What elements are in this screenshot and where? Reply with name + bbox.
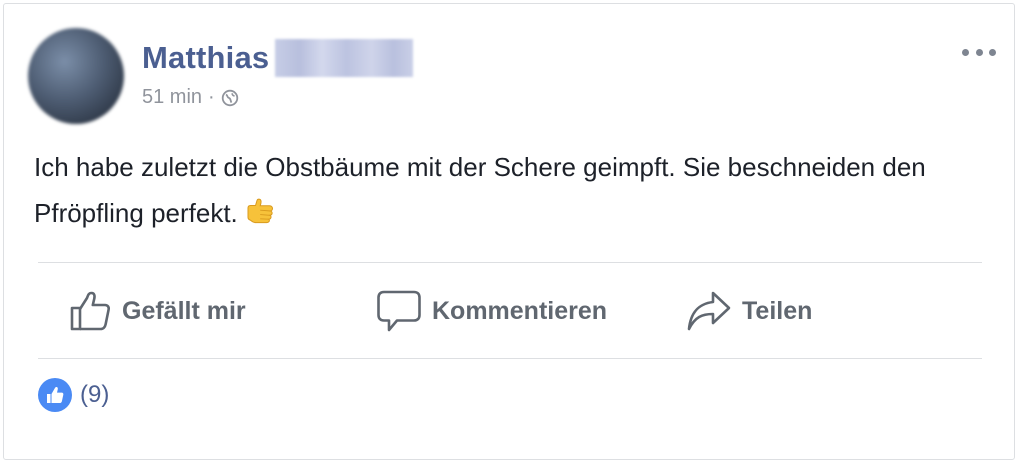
comment-button-label: Kommentieren	[432, 296, 608, 325]
redacted-surname	[275, 39, 414, 77]
post-actions-bar: Gefällt mir Kommentieren Teilen	[38, 266, 982, 360]
post-text: Ich habe zuletzt die Obstbäume mit der S…	[34, 152, 926, 228]
share-button-label: Teilen	[742, 296, 813, 325]
like-reaction-icon	[38, 378, 72, 412]
meta-separator: ·	[208, 86, 215, 108]
post-body: Ich habe zuletzt die Obstbäume mit der S…	[34, 144, 984, 236]
author-name[interactable]: Matthias	[142, 40, 269, 76]
post-meta: 51 min ·	[142, 86, 239, 109]
globe-icon[interactable]	[221, 89, 239, 107]
avatar[interactable]	[28, 28, 124, 124]
comment-button[interactable]: Kommentieren	[376, 286, 607, 336]
post-author: Matthias	[142, 38, 414, 78]
share-arrow-icon	[687, 291, 731, 331]
post-timestamp[interactable]: 51 min	[142, 86, 202, 109]
share-button[interactable]: Teilen	[686, 286, 812, 336]
post-card: Matthias 51 min · Ich habe zuletzt die O…	[3, 3, 1015, 460]
thumbs-up-outline-icon	[70, 291, 111, 331]
actions-top-divider	[38, 262, 982, 263]
like-button-label: Gefällt mir	[122, 296, 246, 325]
like-button[interactable]: Gefällt mir	[68, 286, 246, 336]
reactions-summary[interactable]: (9)	[38, 378, 109, 412]
more-options-icon[interactable]	[962, 40, 996, 64]
comment-bubble-icon	[377, 290, 421, 332]
actions-bottom-divider	[38, 358, 982, 359]
reaction-count: (9)	[80, 381, 110, 408]
thumbs-up-emoji-icon	[247, 198, 273, 224]
